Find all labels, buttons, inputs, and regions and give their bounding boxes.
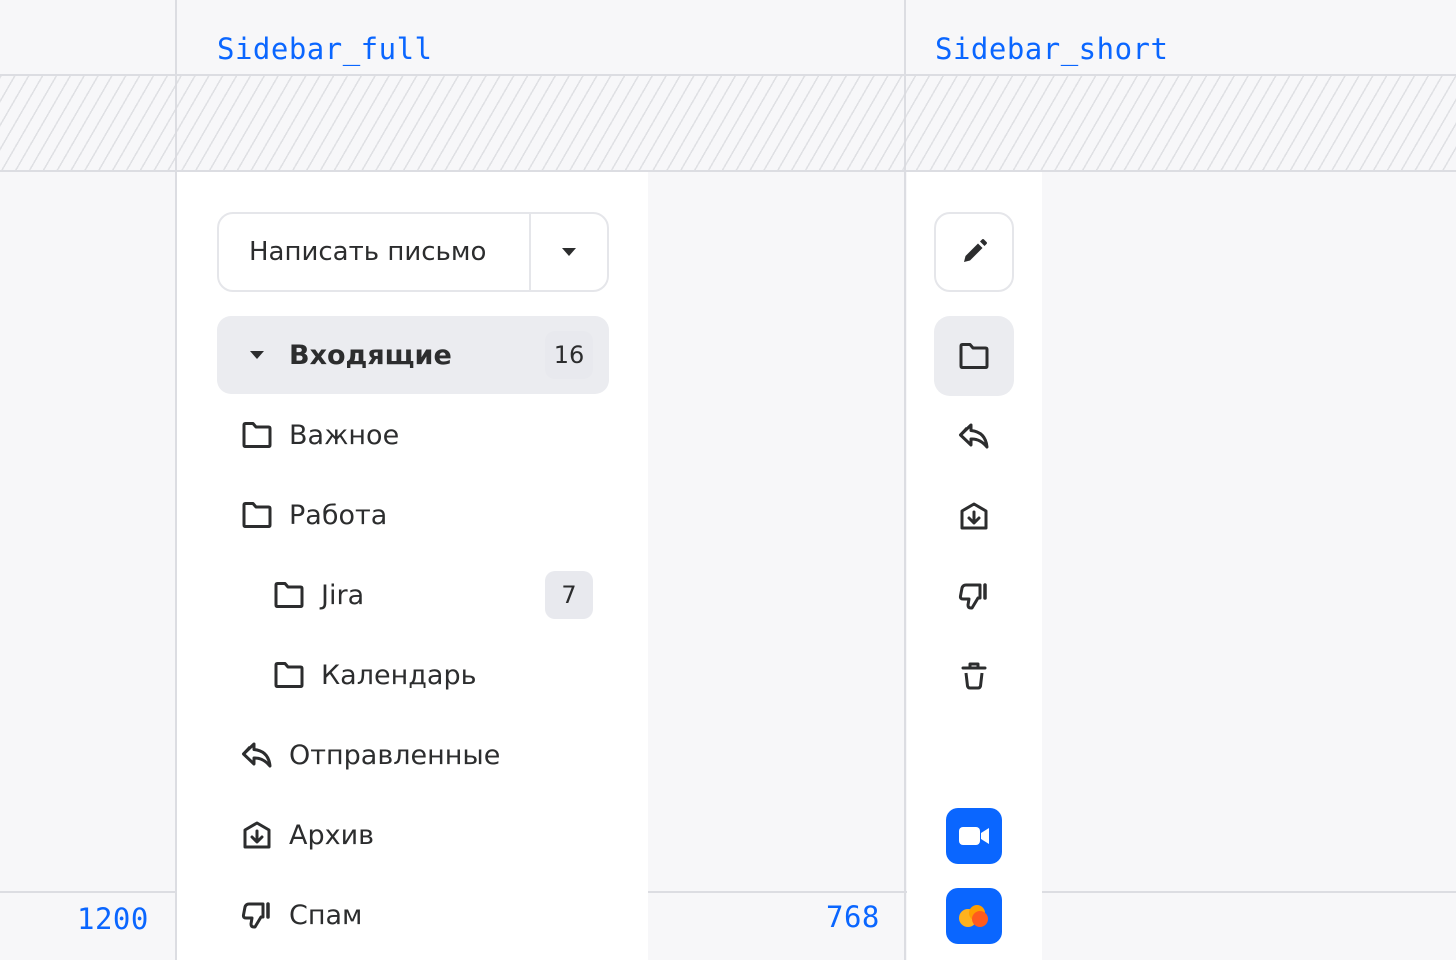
sidebar-short (907, 172, 1042, 960)
cloud-icon (959, 905, 988, 927)
folder-item-jira[interactable]: Jira 7 (217, 556, 609, 634)
compose-button-short[interactable] (934, 212, 1014, 292)
hatched-header-area (0, 76, 1456, 170)
folder-item-archive[interactable]: Архив (217, 796, 609, 874)
folder-label: Календарь (321, 659, 477, 691)
sidebar-full: Написать письмо Входящие 16 Важное Работ… (177, 172, 648, 960)
video-call-icon (959, 827, 989, 845)
unread-count-badge: 16 (545, 331, 593, 379)
folder-icon (241, 419, 273, 451)
folder-short-sent[interactable] (934, 396, 1014, 476)
folder-icon (959, 343, 989, 369)
trash-icon (961, 662, 987, 690)
folder-short-inbox[interactable] (934, 316, 1014, 396)
caret-down-icon (562, 248, 576, 256)
caret-down-icon[interactable] (241, 339, 273, 371)
compose-dropdown-button[interactable] (531, 214, 607, 290)
folder-item-work[interactable]: Работа (217, 476, 609, 554)
folder-short-trash[interactable] (934, 636, 1014, 716)
breakpoint-label-768: 768 (826, 900, 880, 934)
archive-icon (241, 819, 273, 851)
compose-button[interactable]: Написать письмо (219, 214, 531, 290)
archive-icon (960, 502, 988, 530)
frame-title-full: Sidebar_full (217, 32, 433, 66)
folder-item-inbox[interactable]: Входящие 16 (217, 316, 609, 394)
sent-icon (241, 739, 273, 771)
compose-button-group: Написать письмо (217, 212, 609, 292)
folder-item-sent[interactable]: Отправленные (217, 716, 609, 794)
folder-label: Входящие (289, 339, 452, 371)
folder-item-important[interactable]: Важное (217, 396, 609, 474)
folder-short-spam[interactable] (934, 556, 1014, 636)
folder-label: Jira (321, 579, 365, 611)
spam-icon (958, 583, 987, 610)
folder-label: Архив (289, 819, 375, 851)
folder-label: Отправленные (289, 739, 501, 771)
folder-item-spam[interactable]: Спам (217, 876, 609, 954)
frame-title-short: Sidebar_short (935, 32, 1169, 66)
cloud-app[interactable] (946, 888, 1002, 944)
folder-icon (273, 659, 305, 691)
sent-icon (959, 423, 989, 449)
folder-icon (241, 499, 273, 531)
video-call-app[interactable] (946, 808, 1002, 864)
pencil-icon (964, 239, 987, 262)
folder-short-archive[interactable] (934, 476, 1014, 556)
breakpoint-label-1200: 1200 (77, 902, 149, 936)
folder-label: Спам (289, 899, 363, 931)
folder-item-calendar[interactable]: Календарь (217, 636, 609, 714)
folder-label: Важное (289, 419, 400, 451)
folder-icon (273, 579, 305, 611)
unread-count-badge: 7 (545, 571, 593, 619)
folder-label: Работа (289, 499, 388, 531)
spam-icon (241, 899, 273, 931)
